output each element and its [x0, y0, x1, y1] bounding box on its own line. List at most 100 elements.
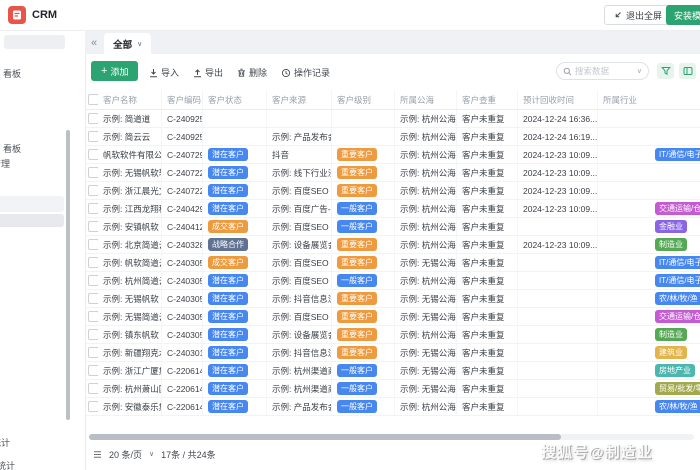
column-header-pool[interactable]: 所属公海: [395, 90, 457, 109]
table-row[interactable]: 示例: 北京简道云...C-240328... 战略合作 示例: 设备展览会... 重…: [85, 236, 700, 254]
table-row[interactable]: 示例: 无锡简道云C-240305... 潜在客户 示例: 百度SEO 重要客户 示例:…: [85, 308, 700, 326]
row-checkbox[interactable]: [88, 293, 98, 304]
exit-fullscreen-icon: [613, 11, 622, 20]
table-row[interactable]: 示例: 安徽泰乐集团C-220614... 潜在客户 示例: 产品发布会... 一般客…: [85, 398, 700, 416]
row-checkbox[interactable]: [88, 365, 98, 376]
add-button[interactable]: + 添加: [91, 61, 139, 81]
row-checkbox[interactable]: [88, 347, 98, 358]
table-row[interactable]: 示例: 无锡帆软软件C-240722... 潜在客户 示例: 线下行业沙龙重要客户 示…: [85, 164, 700, 182]
sidebar-item-stats-2[interactable]: 统计: [0, 459, 15, 470]
column-header-code[interactable]: 客户编码: [162, 90, 203, 109]
level-badge: 一般客户: [337, 202, 377, 215]
filter-button[interactable]: [657, 63, 674, 79]
workspace-selector-skeleton[interactable]: [4, 35, 65, 49]
sidebar-item-manage[interactable]: 管理: [0, 157, 10, 170]
column-header-source[interactable]: 客户来源: [267, 90, 332, 109]
chevron-down-icon[interactable]: ∨: [137, 40, 142, 48]
tab-all[interactable]: 全部 ∨: [104, 33, 152, 54]
row-checkbox[interactable]: [88, 383, 98, 394]
sidebar-item-selected[interactable]: [0, 214, 64, 227]
sidebar-item-kanban-2[interactable]: 看板: [3, 142, 21, 155]
table-row[interactable]: 示例: 江西龙翔科...C-240429... 潜在客户 示例: 百度广告-SEM 一…: [85, 200, 700, 218]
horizontal-scrollbar-track[interactable]: [89, 434, 694, 440]
exit-fullscreen-button[interactable]: 退出全屏: [604, 5, 672, 25]
cell-level: 重要客户: [332, 308, 395, 325]
row-checkbox[interactable]: [88, 149, 98, 160]
horizontal-scrollbar-thumb[interactable]: [89, 434, 561, 440]
column-header-industry[interactable]: 所属行业: [598, 90, 700, 109]
row-checkbox[interactable]: [88, 131, 98, 142]
cell-status: 战略合作: [203, 236, 267, 253]
table-row[interactable]: 示例: 简道道C-240925... 示例: 杭州公海池客户未重复2024-12-…: [85, 110, 700, 128]
sidebar-item-hover[interactable]: [0, 196, 64, 212]
cell-status: [203, 128, 267, 145]
header-checkbox-cell: [85, 90, 98, 109]
table-row[interactable]: 示例: 无锡帆软C-240305... 潜在客户 示例: 抖音信息流重要客户 示例: …: [85, 290, 700, 308]
row-checkbox[interactable]: [88, 275, 98, 286]
cell-code: C-240305...: [162, 308, 203, 325]
row-checkbox[interactable]: [88, 311, 98, 322]
page-size-chevron-down-icon[interactable]: ∨: [149, 450, 154, 458]
cell-pool: 示例: 杭州公海池: [395, 272, 457, 289]
select-all-checkbox[interactable]: [88, 94, 98, 105]
column-header-level[interactable]: 客户级别: [332, 90, 395, 109]
export-button[interactable]: 导出: [193, 66, 223, 79]
sidebar-item-stats[interactable]: 统计: [0, 436, 10, 449]
cell-time: [518, 272, 598, 289]
table-row[interactable]: 示例: 镇东帆软C-240305... 潜在客户 示例: 设备展览会... 重要客户 示…: [85, 326, 700, 344]
table-row[interactable]: 示例: 简云云C-240925... 示例: 产品发布会... 示例: 杭州公海池客…: [85, 128, 700, 146]
row-checkbox[interactable]: [88, 203, 98, 214]
column-header-dedup[interactable]: 客户查重: [457, 90, 518, 109]
search-icon: [563, 67, 572, 76]
search-chevron-down-icon[interactable]: ∨: [637, 67, 642, 75]
sidebar-scrollbar[interactable]: [66, 130, 70, 420]
install-template-button[interactable]: 安装模板: [666, 5, 700, 25]
cell-time: 2024-12-23 10:09...: [518, 200, 598, 217]
table-row[interactable]: 帆软软件有限公司C-240729... 潜在客户 抖音重要客户 示例: 杭州公海池客户…: [85, 146, 700, 164]
search-input[interactable]: [575, 66, 627, 76]
cell-level: 一般客户: [332, 218, 395, 235]
cell-pool: 示例: 杭州公海池: [395, 236, 457, 253]
cell-pool: 示例: 杭州公海池: [395, 182, 457, 199]
import-button[interactable]: 导入: [149, 66, 179, 79]
delete-button[interactable]: 删除: [237, 66, 267, 79]
table-row[interactable]: 示例: 浙江广厦集团C-220614... 潜在客户 示例: 杭州渠道商... 一般客…: [85, 362, 700, 380]
cell-source: 示例: 杭州渠道商...: [267, 380, 332, 397]
operation-log-button[interactable]: 操作记录: [281, 66, 330, 79]
cell-code: C-240301...: [162, 344, 203, 361]
column-header-time[interactable]: 预计回收时间: [518, 90, 598, 109]
column-header-status[interactable]: 客户状态: [203, 90, 267, 109]
row-checkbox[interactable]: [88, 329, 98, 340]
display-settings-button[interactable]: [679, 63, 696, 79]
row-checkbox-cell: [85, 218, 98, 235]
level-badge: 一般客户: [337, 274, 377, 287]
table-row[interactable]: 示例: 安镇帆软C-240412... 成交客户 示例: 百度SEO 一般客户 示例: …: [85, 218, 700, 236]
row-checkbox-cell: [85, 182, 98, 199]
column-header-name[interactable]: 客户名称: [98, 90, 162, 109]
cell-dedup: 客户未重复: [457, 110, 518, 127]
row-checkbox-cell: [85, 146, 98, 163]
row-checkbox[interactable]: [88, 401, 98, 412]
cell-dedup: 客户未重复: [457, 362, 518, 379]
row-checkbox[interactable]: [88, 113, 98, 124]
table-row[interactable]: 示例: 新疆翔克水...C-240301... 潜在客户 示例: 抖音信息流重要客户…: [85, 344, 700, 362]
table-row[interactable]: 示例: 帆软简道云C-240305... 成交客户 示例: 百度SEO 重要客户 示例:…: [85, 254, 700, 272]
row-checkbox[interactable]: [88, 221, 98, 232]
industry-badge: IT/通信/电子: [655, 256, 700, 269]
collapse-sidebar-icon[interactable]: «: [91, 37, 97, 49]
row-checkbox[interactable]: [88, 185, 98, 196]
crm-logo-icon: [8, 6, 26, 24]
level-badge: 重要客户: [337, 184, 377, 197]
table-row[interactable]: 示例: 杭州简道云C-240305... 潜在客户 示例: 百度SEO 一般客户 示例:…: [85, 272, 700, 290]
search-box[interactable]: ∨: [556, 62, 649, 80]
main-panel: + 添加 导入 导出 删除 操作记录 搜索数据 ∨ 客户名称 客户编码 客户状态…: [85, 54, 700, 470]
table-row[interactable]: 示例: 浙江晨光文...C-240722... 潜在客户 示例: 百度SEO 重要客户…: [85, 182, 700, 200]
row-checkbox[interactable]: [88, 167, 98, 178]
row-checkbox[interactable]: [88, 239, 98, 250]
row-checkbox[interactable]: [88, 257, 98, 268]
table-row[interactable]: 示例: 杭州萧山国...C-220614... 潜在客户 示例: 杭州渠道商... 一…: [85, 380, 700, 398]
page-size-select[interactable]: 20 条/页: [109, 448, 142, 461]
cell-dedup: 客户未重复: [457, 344, 518, 361]
sidebar-item-kanban[interactable]: 看板: [3, 67, 21, 80]
cell-code: C-220614...: [162, 398, 203, 415]
